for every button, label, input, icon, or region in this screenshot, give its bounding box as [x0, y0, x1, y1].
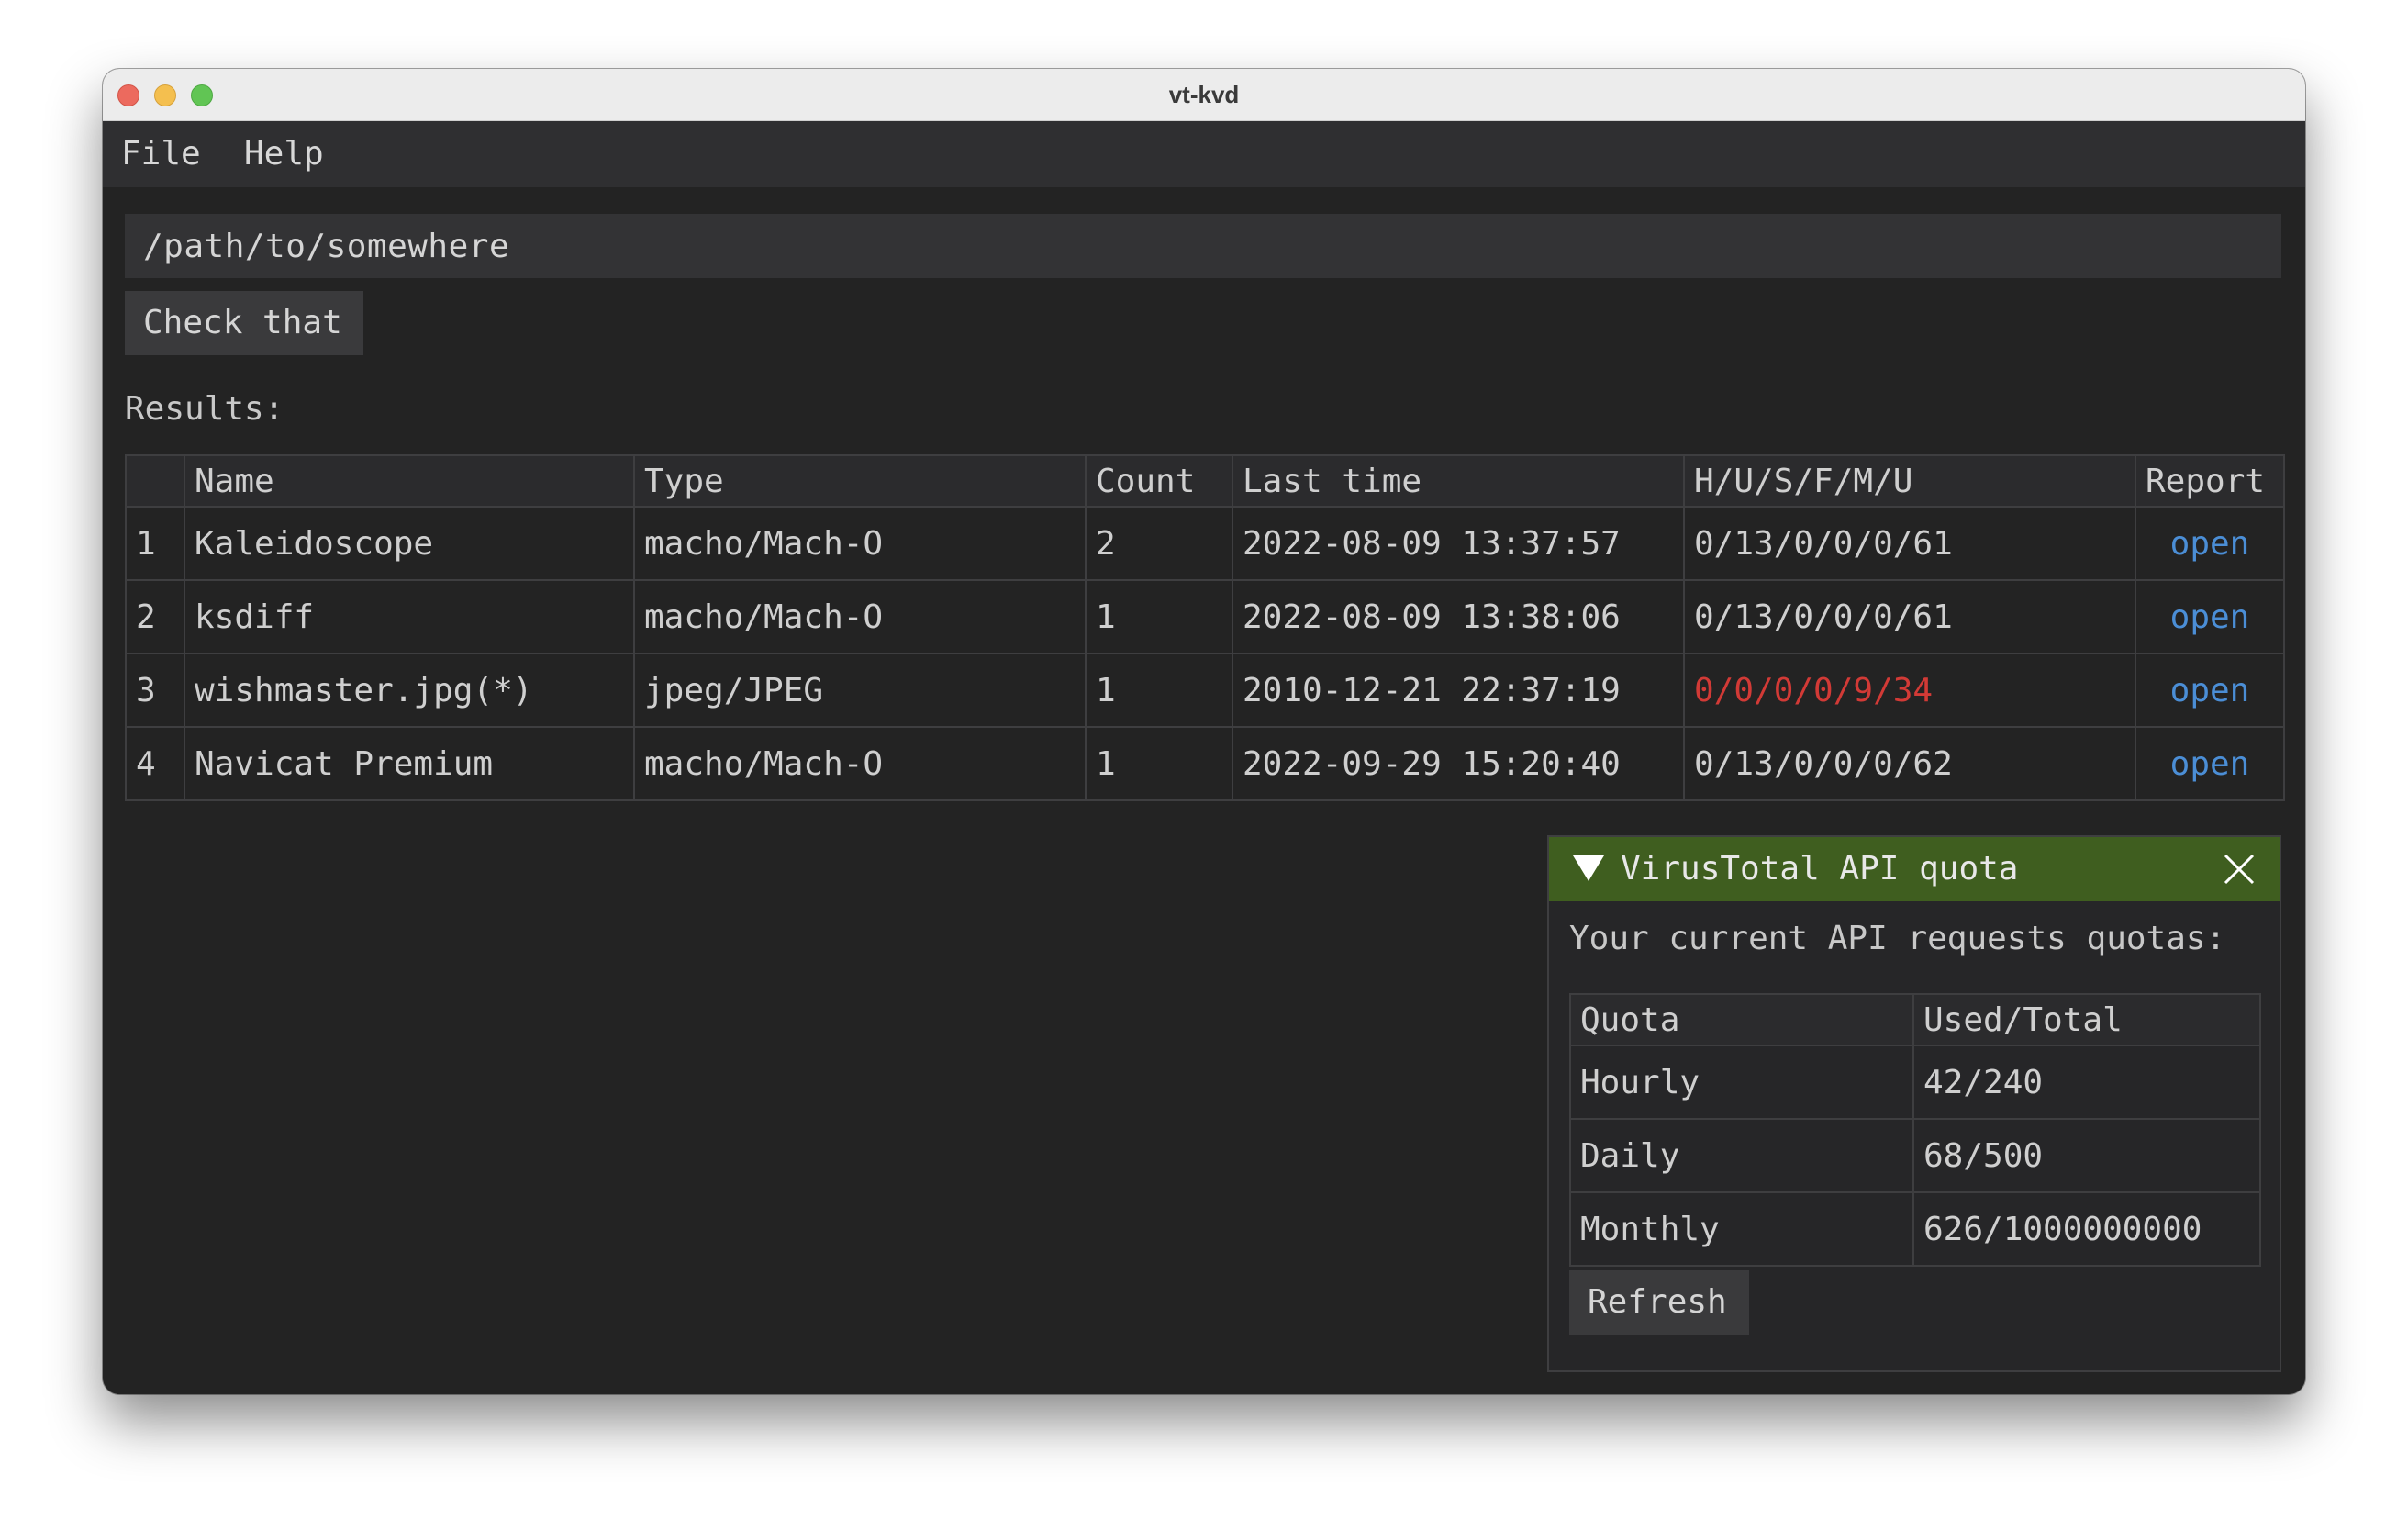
row-last-time: 2010-12-21 22:37:19 — [1232, 653, 1685, 728]
row-count: 1 — [1085, 579, 1233, 654]
column-header-quota: Quota — [1569, 993, 1914, 1046]
column-header-stats[interactable]: H/U/S/F/M/U — [1683, 454, 2136, 508]
report-open-link[interactable]: open — [2135, 579, 2285, 654]
column-header-last-time[interactable]: Last time — [1232, 454, 1685, 508]
table-row: 4 Navicat Premium macho/Mach-O 1 2022-09… — [125, 726, 2285, 801]
report-open-link[interactable]: open — [2135, 506, 2285, 581]
path-input[interactable] — [125, 214, 2281, 278]
table-row: 3 wishmaster.jpg(*) jpeg/JPEG 1 2010-12-… — [125, 653, 2285, 728]
row-type: macho/Mach-O — [633, 579, 1087, 654]
close-icon[interactable] — [2223, 853, 2256, 886]
quota-value: 42/240 — [1912, 1045, 2261, 1120]
row-count: 1 — [1085, 726, 1233, 801]
column-header-count[interactable]: Count — [1085, 454, 1233, 508]
row-stats: 0/13/0/0/0/62 — [1683, 726, 2136, 801]
quota-panel-title: VirusTotal API quota — [1621, 850, 2019, 888]
quota-description: Your current API requests quotas: — [1569, 920, 2226, 957]
row-count: 1 — [1085, 653, 1233, 728]
row-type: jpeg/JPEG — [633, 653, 1087, 728]
quota-panel: VirusTotal API quota Your current API re… — [1547, 835, 2281, 1372]
row-name: Kaleidoscope — [184, 506, 635, 581]
column-header-used-total: Used/Total — [1912, 993, 2261, 1046]
title-bar: vt-kvd — [103, 69, 2305, 121]
table-row: 2 ksdiff macho/Mach-O 1 2022-08-09 13:38… — [125, 579, 2285, 654]
column-header-type[interactable]: Type — [633, 454, 1087, 508]
quota-name: Hourly — [1569, 1045, 1914, 1120]
row-type: macho/Mach-O — [633, 506, 1087, 581]
row-stats: 0/13/0/0/0/61 — [1683, 579, 2136, 654]
row-last-time: 2022-08-09 13:37:57 — [1232, 506, 1685, 581]
column-header-name[interactable]: Name — [184, 454, 635, 508]
menu-file[interactable]: File — [121, 121, 201, 187]
menu-bar: File Help — [103, 121, 2305, 187]
quota-name: Daily — [1569, 1118, 1914, 1193]
table-row: Daily 68/500 — [1569, 1118, 2261, 1193]
results-table: Name Type Count Last time H/U/S/F/M/U Re… — [125, 454, 2285, 801]
row-name: Navicat Premium — [184, 726, 635, 801]
row-index: 1 — [125, 506, 185, 581]
table-row: Monthly 626/1000000000 — [1569, 1191, 2261, 1267]
row-index: 3 — [125, 653, 185, 728]
row-index: 4 — [125, 726, 185, 801]
window-title: vt-kvd — [1168, 81, 1240, 108]
row-type: macho/Mach-O — [633, 726, 1087, 801]
column-header-report[interactable]: Report — [2135, 454, 2285, 508]
quota-name: Monthly — [1569, 1191, 1914, 1267]
row-count: 2 — [1085, 506, 1233, 581]
row-name: wishmaster.jpg(*) — [184, 653, 635, 728]
row-stats-alert: 0/0/0/0/9/34 — [1683, 653, 2136, 728]
check-button[interactable]: Check that — [125, 291, 363, 355]
collapse-triangle-icon[interactable] — [1573, 855, 1604, 881]
column-header-index[interactable] — [125, 454, 185, 508]
quota-table: Quota Used/Total Hourly 42/240 Daily 68/… — [1569, 993, 2261, 1267]
row-last-time: 2022-08-09 13:38:06 — [1232, 579, 1685, 654]
report-open-link[interactable]: open — [2135, 726, 2285, 801]
quota-panel-header[interactable]: VirusTotal API quota — [1549, 837, 2280, 901]
table-row: 1 Kaleidoscope macho/Mach-O 2 2022-08-09… — [125, 506, 2285, 581]
quota-value: 626/1000000000 — [1912, 1191, 2261, 1267]
refresh-button[interactable]: Refresh — [1569, 1270, 1749, 1335]
results-header-row: Name Type Count Last time H/U/S/F/M/U Re… — [125, 454, 2285, 508]
menu-help[interactable]: Help — [244, 121, 324, 187]
row-name: ksdiff — [184, 579, 635, 654]
table-row: Hourly 42/240 — [1569, 1045, 2261, 1120]
row-index: 2 — [125, 579, 185, 654]
quota-value: 68/500 — [1912, 1118, 2261, 1193]
app-window: vt-kvd File Help Check that Results: Nam… — [103, 69, 2305, 1394]
quota-header-row: Quota Used/Total — [1569, 993, 2261, 1046]
row-stats: 0/13/0/0/0/61 — [1683, 506, 2136, 581]
row-last-time: 2022-09-29 15:20:40 — [1232, 726, 1685, 801]
results-label: Results: — [125, 390, 284, 428]
report-open-link[interactable]: open — [2135, 653, 2285, 728]
